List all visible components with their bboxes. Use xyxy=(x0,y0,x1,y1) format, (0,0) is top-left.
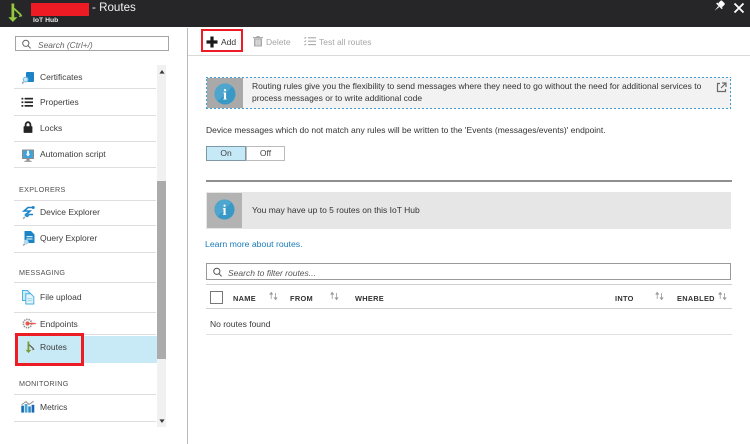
svg-text:i: i xyxy=(222,203,226,219)
svg-text:i: i xyxy=(223,87,227,103)
